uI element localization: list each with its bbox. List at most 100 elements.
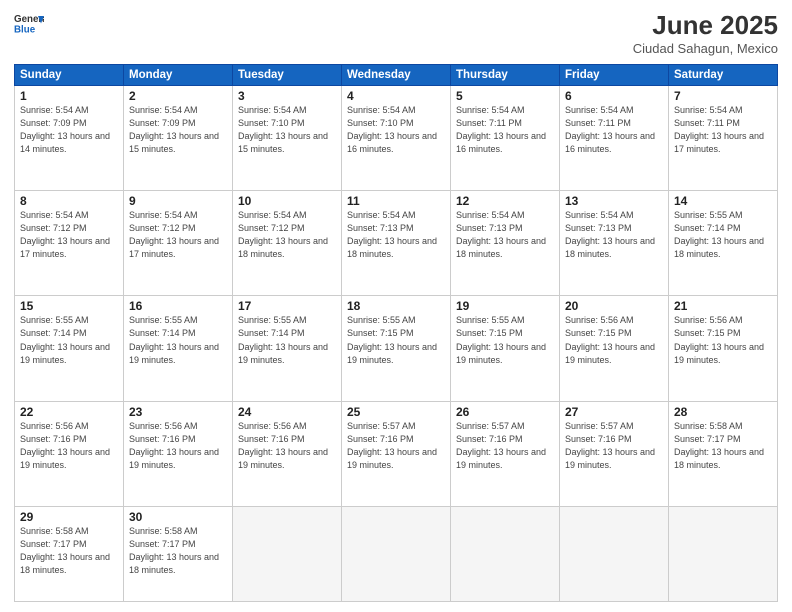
calendar-week-row: 8 Sunrise: 5:54 AMSunset: 7:12 PMDayligh… bbox=[15, 191, 778, 296]
day-number: 30 bbox=[129, 510, 227, 524]
day-number: 23 bbox=[129, 405, 227, 419]
table-row: 9 Sunrise: 5:54 AMSunset: 7:12 PMDayligh… bbox=[124, 191, 233, 296]
table-row: 29 Sunrise: 5:58 AMSunset: 7:17 PMDaylig… bbox=[15, 506, 124, 601]
day-info: Sunrise: 5:56 AMSunset: 7:16 PMDaylight:… bbox=[20, 421, 110, 470]
day-info: Sunrise: 5:55 AMSunset: 7:14 PMDaylight:… bbox=[238, 315, 328, 364]
table-row: 4 Sunrise: 5:54 AMSunset: 7:10 PMDayligh… bbox=[342, 86, 451, 191]
table-row: 23 Sunrise: 5:56 AMSunset: 7:16 PMDaylig… bbox=[124, 401, 233, 506]
day-number: 20 bbox=[565, 299, 663, 313]
day-info: Sunrise: 5:54 AMSunset: 7:10 PMDaylight:… bbox=[347, 105, 437, 154]
table-row: 8 Sunrise: 5:54 AMSunset: 7:12 PMDayligh… bbox=[15, 191, 124, 296]
table-row bbox=[233, 506, 342, 601]
table-row bbox=[451, 506, 560, 601]
day-info: Sunrise: 5:54 AMSunset: 7:12 PMDaylight:… bbox=[129, 210, 219, 259]
table-row bbox=[342, 506, 451, 601]
calendar-table: Sunday Monday Tuesday Wednesday Thursday… bbox=[14, 64, 778, 602]
day-info: Sunrise: 5:54 AMSunset: 7:13 PMDaylight:… bbox=[565, 210, 655, 259]
table-row: 28 Sunrise: 5:58 AMSunset: 7:17 PMDaylig… bbox=[669, 401, 778, 506]
day-info: Sunrise: 5:56 AMSunset: 7:15 PMDaylight:… bbox=[565, 315, 655, 364]
day-number: 1 bbox=[20, 89, 118, 103]
day-number: 19 bbox=[456, 299, 554, 313]
day-number: 12 bbox=[456, 194, 554, 208]
calendar-week-row: 1 Sunrise: 5:54 AMSunset: 7:09 PMDayligh… bbox=[15, 86, 778, 191]
table-row: 18 Sunrise: 5:55 AMSunset: 7:15 PMDaylig… bbox=[342, 296, 451, 401]
table-row: 25 Sunrise: 5:57 AMSunset: 7:16 PMDaylig… bbox=[342, 401, 451, 506]
day-info: Sunrise: 5:55 AMSunset: 7:15 PMDaylight:… bbox=[347, 315, 437, 364]
day-number: 4 bbox=[347, 89, 445, 103]
day-info: Sunrise: 5:54 AMSunset: 7:11 PMDaylight:… bbox=[674, 105, 764, 154]
table-row: 7 Sunrise: 5:54 AMSunset: 7:11 PMDayligh… bbox=[669, 86, 778, 191]
day-info: Sunrise: 5:56 AMSunset: 7:16 PMDaylight:… bbox=[238, 421, 328, 470]
day-number: 24 bbox=[238, 405, 336, 419]
table-row: 1 Sunrise: 5:54 AMSunset: 7:09 PMDayligh… bbox=[15, 86, 124, 191]
page: General Blue June 2025 Ciudad Sahagun, M… bbox=[0, 0, 792, 612]
table-row bbox=[669, 506, 778, 601]
day-info: Sunrise: 5:55 AMSunset: 7:14 PMDaylight:… bbox=[20, 315, 110, 364]
day-info: Sunrise: 5:57 AMSunset: 7:16 PMDaylight:… bbox=[565, 421, 655, 470]
table-row: 10 Sunrise: 5:54 AMSunset: 7:12 PMDaylig… bbox=[233, 191, 342, 296]
table-row: 2 Sunrise: 5:54 AMSunset: 7:09 PMDayligh… bbox=[124, 86, 233, 191]
day-number: 27 bbox=[565, 405, 663, 419]
day-info: Sunrise: 5:54 AMSunset: 7:12 PMDaylight:… bbox=[238, 210, 328, 259]
day-info: Sunrise: 5:58 AMSunset: 7:17 PMDaylight:… bbox=[20, 526, 110, 575]
day-number: 14 bbox=[674, 194, 772, 208]
subtitle: Ciudad Sahagun, Mexico bbox=[633, 41, 778, 56]
day-number: 7 bbox=[674, 89, 772, 103]
day-number: 26 bbox=[456, 405, 554, 419]
day-number: 6 bbox=[565, 89, 663, 103]
day-number: 3 bbox=[238, 89, 336, 103]
table-row: 14 Sunrise: 5:55 AMSunset: 7:14 PMDaylig… bbox=[669, 191, 778, 296]
day-info: Sunrise: 5:54 AMSunset: 7:13 PMDaylight:… bbox=[456, 210, 546, 259]
col-wednesday: Wednesday bbox=[342, 65, 451, 86]
header: General Blue June 2025 Ciudad Sahagun, M… bbox=[14, 10, 778, 56]
table-row: 21 Sunrise: 5:56 AMSunset: 7:15 PMDaylig… bbox=[669, 296, 778, 401]
svg-text:Blue: Blue bbox=[14, 25, 36, 36]
calendar-week-row: 22 Sunrise: 5:56 AMSunset: 7:16 PMDaylig… bbox=[15, 401, 778, 506]
day-number: 10 bbox=[238, 194, 336, 208]
calendar-week-row: 29 Sunrise: 5:58 AMSunset: 7:17 PMDaylig… bbox=[15, 506, 778, 601]
day-info: Sunrise: 5:54 AMSunset: 7:12 PMDaylight:… bbox=[20, 210, 110, 259]
day-info: Sunrise: 5:54 AMSunset: 7:09 PMDaylight:… bbox=[20, 105, 110, 154]
day-info: Sunrise: 5:56 AMSunset: 7:16 PMDaylight:… bbox=[129, 421, 219, 470]
day-number: 22 bbox=[20, 405, 118, 419]
table-row: 6 Sunrise: 5:54 AMSunset: 7:11 PMDayligh… bbox=[560, 86, 669, 191]
table-row: 15 Sunrise: 5:55 AMSunset: 7:14 PMDaylig… bbox=[15, 296, 124, 401]
main-title: June 2025 bbox=[633, 10, 778, 41]
day-info: Sunrise: 5:54 AMSunset: 7:10 PMDaylight:… bbox=[238, 105, 328, 154]
table-row: 30 Sunrise: 5:58 AMSunset: 7:17 PMDaylig… bbox=[124, 506, 233, 601]
day-number: 11 bbox=[347, 194, 445, 208]
day-info: Sunrise: 5:56 AMSunset: 7:15 PMDaylight:… bbox=[674, 315, 764, 364]
table-row: 5 Sunrise: 5:54 AMSunset: 7:11 PMDayligh… bbox=[451, 86, 560, 191]
table-row: 16 Sunrise: 5:55 AMSunset: 7:14 PMDaylig… bbox=[124, 296, 233, 401]
day-number: 15 bbox=[20, 299, 118, 313]
day-info: Sunrise: 5:58 AMSunset: 7:17 PMDaylight:… bbox=[674, 421, 764, 470]
day-info: Sunrise: 5:55 AMSunset: 7:15 PMDaylight:… bbox=[456, 315, 546, 364]
day-number: 2 bbox=[129, 89, 227, 103]
table-row: 13 Sunrise: 5:54 AMSunset: 7:13 PMDaylig… bbox=[560, 191, 669, 296]
calendar-header-row: Sunday Monday Tuesday Wednesday Thursday… bbox=[15, 65, 778, 86]
table-row: 22 Sunrise: 5:56 AMSunset: 7:16 PMDaylig… bbox=[15, 401, 124, 506]
day-info: Sunrise: 5:54 AMSunset: 7:11 PMDaylight:… bbox=[565, 105, 655, 154]
day-number: 13 bbox=[565, 194, 663, 208]
table-row: 19 Sunrise: 5:55 AMSunset: 7:15 PMDaylig… bbox=[451, 296, 560, 401]
day-info: Sunrise: 5:54 AMSunset: 7:09 PMDaylight:… bbox=[129, 105, 219, 154]
col-thursday: Thursday bbox=[451, 65, 560, 86]
logo: General Blue bbox=[14, 10, 44, 40]
table-row: 17 Sunrise: 5:55 AMSunset: 7:14 PMDaylig… bbox=[233, 296, 342, 401]
table-row bbox=[560, 506, 669, 601]
day-number: 8 bbox=[20, 194, 118, 208]
day-info: Sunrise: 5:55 AMSunset: 7:14 PMDaylight:… bbox=[129, 315, 219, 364]
col-tuesday: Tuesday bbox=[233, 65, 342, 86]
logo-icon: General Blue bbox=[14, 10, 44, 40]
table-row: 3 Sunrise: 5:54 AMSunset: 7:10 PMDayligh… bbox=[233, 86, 342, 191]
day-info: Sunrise: 5:57 AMSunset: 7:16 PMDaylight:… bbox=[347, 421, 437, 470]
day-info: Sunrise: 5:54 AMSunset: 7:13 PMDaylight:… bbox=[347, 210, 437, 259]
calendar-week-row: 15 Sunrise: 5:55 AMSunset: 7:14 PMDaylig… bbox=[15, 296, 778, 401]
table-row: 20 Sunrise: 5:56 AMSunset: 7:15 PMDaylig… bbox=[560, 296, 669, 401]
table-row: 26 Sunrise: 5:57 AMSunset: 7:16 PMDaylig… bbox=[451, 401, 560, 506]
day-number: 28 bbox=[674, 405, 772, 419]
table-row: 11 Sunrise: 5:54 AMSunset: 7:13 PMDaylig… bbox=[342, 191, 451, 296]
day-number: 9 bbox=[129, 194, 227, 208]
day-info: Sunrise: 5:55 AMSunset: 7:14 PMDaylight:… bbox=[674, 210, 764, 259]
table-row: 12 Sunrise: 5:54 AMSunset: 7:13 PMDaylig… bbox=[451, 191, 560, 296]
